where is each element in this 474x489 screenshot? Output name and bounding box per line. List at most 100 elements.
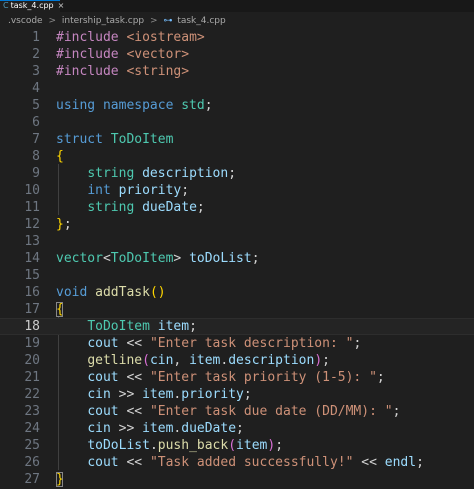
line-number[interactable]: 12 <box>0 216 40 233</box>
code-line[interactable]: 25 toDoList.push_back(item); <box>0 437 474 454</box>
code-token: cout <box>87 404 127 419</box>
line-number[interactable]: 16 <box>0 284 40 301</box>
code-line[interactable]: 9 string description; <box>0 165 474 182</box>
code-token: #include <box>56 47 127 62</box>
code-text: struct ToDoItem <box>56 131 173 148</box>
line-number[interactable]: 11 <box>0 199 40 216</box>
code-token: ) <box>314 353 323 368</box>
line-number[interactable]: 5 <box>0 97 40 114</box>
code-token: description <box>142 166 229 181</box>
code-line[interactable]: 26 cout << "Task added successfully!" <<… <box>0 454 474 471</box>
line-number[interactable]: 15 <box>0 267 40 284</box>
code-token: , <box>173 353 190 368</box>
line-number[interactable]: 26 <box>0 454 40 471</box>
code-line[interactable]: 1 #include <iostream> <box>0 29 474 46</box>
code-token: ; <box>353 336 362 351</box>
code-token: toDoList <box>87 438 150 453</box>
code-text: cout << "Task added successfully!" << en… <box>56 454 424 471</box>
symbol-icon: ⊶ <box>163 16 173 26</box>
line-number[interactable]: 14 <box>0 250 40 267</box>
breadcrumb-file[interactable]: intership_task.cpp <box>62 16 144 26</box>
code-token: ; <box>322 353 330 368</box>
line-number[interactable]: 10 <box>0 182 40 199</box>
line-number[interactable]: 22 <box>0 386 40 403</box>
code-line[interactable]: 5 using namespace std; <box>0 97 474 114</box>
code-line[interactable]: 17{ <box>0 301 474 318</box>
code-line[interactable]: 4 <box>0 80 474 97</box>
code-token: int <box>87 183 119 198</box>
code-line[interactable]: 16 void addTask() <box>0 284 474 301</box>
code-token: <vector> <box>126 47 190 62</box>
tab-label: task_4.cpp <box>10 1 54 10</box>
code-token: << <box>126 370 150 385</box>
cpp-file-icon: C <box>3 1 9 10</box>
code-line[interactable]: 11 string dueDate; <box>0 199 474 216</box>
line-number[interactable]: 3 <box>0 63 40 80</box>
line-number[interactable]: 17 <box>0 301 40 318</box>
breadcrumb-symbol[interactable]: task_4.cpp <box>177 16 225 26</box>
code-token: ; <box>189 319 197 334</box>
code-token: "Enter task due date (DD/MM): " <box>149 404 393 419</box>
code-text: void addTask() <box>56 284 166 301</box>
close-icon[interactable]: × <box>58 1 65 10</box>
code-line[interactable]: 2 #include <vector> <box>0 46 474 63</box>
code-token: item <box>142 387 174 402</box>
code-token: ; <box>251 251 260 266</box>
code-line[interactable]: 3 #include <string> <box>0 63 474 80</box>
code-line[interactable]: 27} <box>0 471 474 488</box>
code-line[interactable]: 19 cout << "Enter task description: "; <box>0 335 474 352</box>
code-token: ToDoItem <box>110 251 174 266</box>
code-text: }; <box>56 216 72 233</box>
bracket-match-highlight <box>56 472 63 487</box>
code-token: dueDate <box>142 200 197 215</box>
code-line[interactable]: 6 <box>0 114 474 131</box>
code-token: cin <box>87 421 119 436</box>
bracket-match-highlight <box>56 302 63 317</box>
code-line[interactable]: 18 ToDoItem item; <box>0 318 474 335</box>
code-token: void <box>56 285 96 300</box>
breadcrumb-folder[interactable]: .vscode <box>8 16 43 26</box>
code-line[interactable]: 12}; <box>0 216 474 233</box>
line-number[interactable]: 2 <box>0 46 40 63</box>
code-token: ; <box>181 183 190 198</box>
line-number[interactable]: 27 <box>0 471 40 488</box>
line-number[interactable]: 1 <box>0 29 40 46</box>
code-token: priority <box>181 387 244 402</box>
code-text: cin >> item.dueDate; <box>56 420 244 437</box>
code-token: { <box>56 149 64 164</box>
line-number[interactable]: 25 <box>0 437 40 454</box>
line-number[interactable]: 6 <box>0 114 40 131</box>
code-token: string <box>87 200 143 215</box>
code-line[interactable]: 10 int priority; <box>0 182 474 199</box>
code-line[interactable]: 15 <box>0 267 474 284</box>
code-line[interactable]: 20 getline(cin, item.description); <box>0 352 474 369</box>
code-token: struct <box>56 132 111 147</box>
code-line[interactable]: 24 cin >> item.dueDate; <box>0 420 474 437</box>
line-number[interactable]: 24 <box>0 420 40 437</box>
code-line[interactable]: 23 cout << "Enter task due date (DD/MM):… <box>0 403 474 420</box>
code-line[interactable]: 13 <box>0 233 474 250</box>
code-editor[interactable]: 1 #include <iostream> 2 #include <vector> 3 #… <box>0 28 474 489</box>
line-number[interactable]: 9 <box>0 165 40 182</box>
code-line[interactable]: 21 cout << "Enter task priority (1-5): "… <box>0 369 474 386</box>
code-token: "Task added successfully!" <box>149 455 362 470</box>
code-token: priority <box>118 183 182 198</box>
code-token: << <box>361 455 385 470</box>
code-line[interactable]: 8{ <box>0 148 474 165</box>
line-number[interactable]: 13 <box>0 233 40 250</box>
line-number[interactable]: 19 <box>0 335 40 352</box>
line-number[interactable]: 20 <box>0 352 40 369</box>
tab-task-4-cpp[interactable]: Ctask_4.cpp × <box>0 0 64 12</box>
line-number[interactable]: 18 <box>0 319 40 334</box>
code-line[interactable]: 22 cin >> item.priority; <box>0 386 474 403</box>
code-line[interactable]: 14 vector<ToDoItem> toDoList; <box>0 250 474 267</box>
code-token: << <box>126 455 150 470</box>
line-number[interactable]: 4 <box>0 80 40 97</box>
line-number[interactable]: 21 <box>0 369 40 386</box>
line-number[interactable]: 8 <box>0 148 40 165</box>
line-number[interactable]: 23 <box>0 403 40 420</box>
line-number[interactable]: 7 <box>0 131 40 148</box>
code-line[interactable]: 7 struct ToDoItem <box>0 131 474 148</box>
